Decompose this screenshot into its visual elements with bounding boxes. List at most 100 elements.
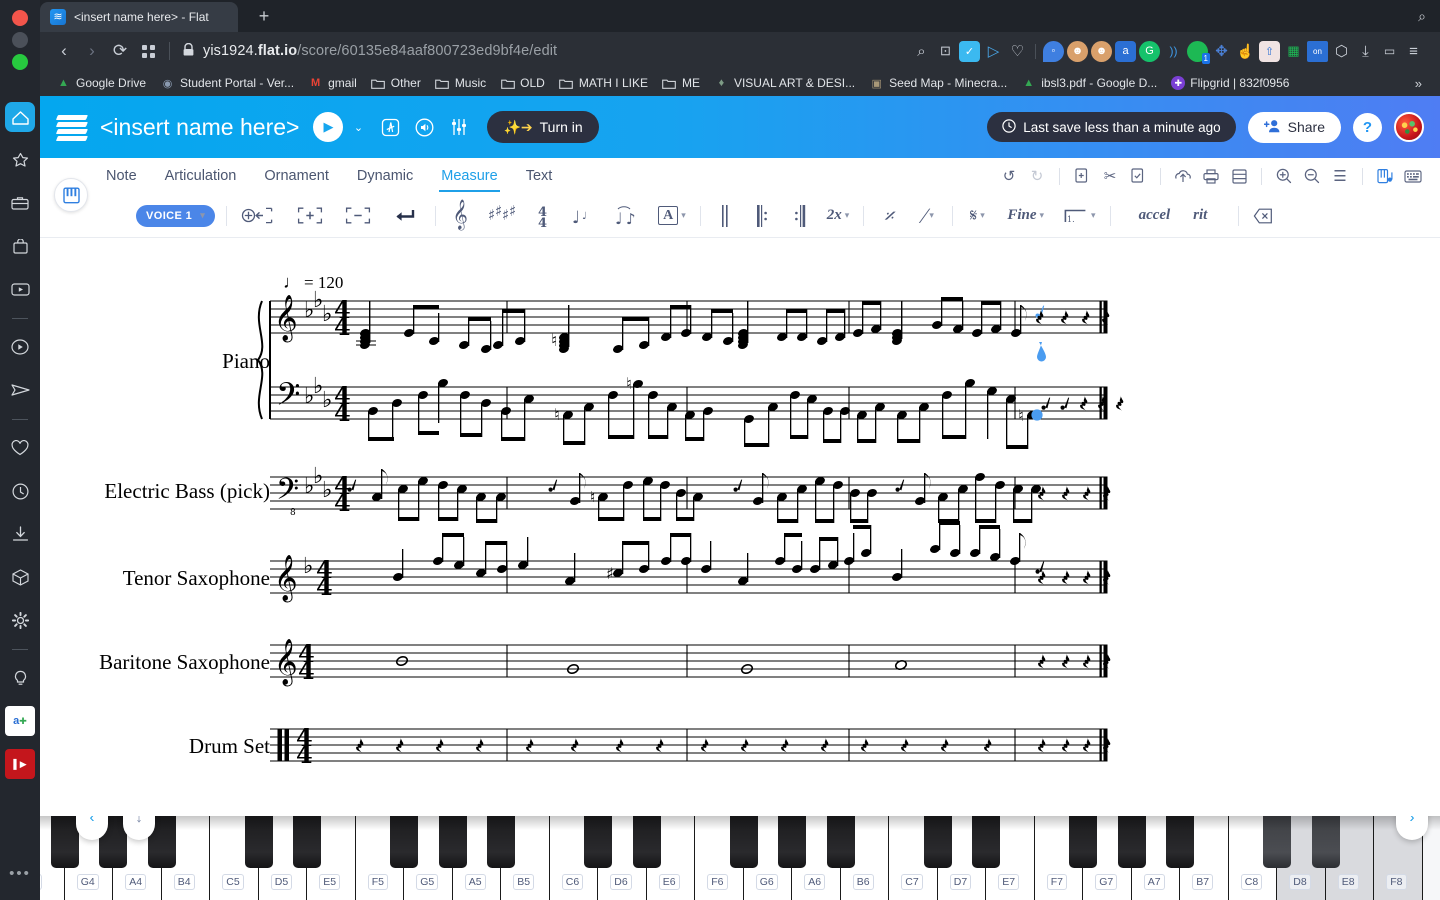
piano-black-key-C5-sharp[interactable] [245,816,273,868]
sidebar-item-ideas-lightbulb[interactable] [5,663,35,693]
translate-icon[interactable]: a [1115,41,1136,62]
keyboard-shortcuts-icon[interactable] [1400,163,1426,189]
repeat-count-button[interactable]: 2x ▾ [824,201,853,231]
play-options-caret-icon[interactable]: ⌄ [349,121,367,134]
bookmark-item[interactable]: OLD [494,74,551,93]
bookmark-item[interactable]: ✚ Flipgrid | 832f0956 [1165,74,1295,92]
delete-icon[interactable] [1250,201,1276,231]
piano-black-key-D6-sharp[interactable] [633,816,661,868]
metronome-icon[interactable] [375,112,405,142]
reload-button[interactable]: ⟳ [106,37,134,65]
tempo-marking-icon[interactable]: ♩♩ [569,201,599,231]
piano-keyboard-toggle[interactable] [54,178,88,212]
clef-change-icon[interactable]: 𝄞 [447,201,473,231]
settings-sliders-icon[interactable]: ≡ [1403,41,1424,62]
sidebar-item-liked[interactable] [5,433,35,463]
import-icon[interactable] [1170,163,1196,189]
barline-repeat-end-icon[interactable] [788,201,814,231]
browser-tab[interactable]: ≋ <insert name here> - Flat [40,2,238,32]
accel-button[interactable]: accel [1136,201,1174,231]
barline-single-icon[interactable] [712,201,738,231]
window-close-dot[interactable] [12,10,28,26]
tab-dynamic[interactable]: Dynamic [343,161,427,192]
bookmark-item[interactable]: M gmail [302,74,363,93]
person-avatar-icon[interactable]: ☻ [1067,41,1088,62]
duplicate-icon[interactable] [1069,163,1095,189]
puzzle-piece-icon[interactable]: ✥ [1211,41,1232,62]
remove-measure-icon[interactable] [342,201,374,231]
score-title[interactable]: <insert name here> [100,114,299,141]
sidebar-more-button[interactable]: ••• [9,865,31,882]
green-circle-badge-icon[interactable]: 1 [1187,41,1208,62]
piano-black-key-C6-sharp[interactable] [584,816,612,868]
sidebar-item-extensions-cube[interactable] [5,562,35,592]
person-avatar-2-icon[interactable]: ☻ [1091,41,1112,62]
tab-ornament[interactable]: Ornament [250,161,342,192]
redo-icon[interactable]: ↻ [1024,163,1050,189]
bookmark-item[interactable]: Music [429,74,492,93]
user-avatar[interactable] [1394,112,1424,142]
tab-note[interactable]: Note [92,161,151,192]
piano-black-key-G5-sharp[interactable] [439,816,467,868]
forward-button[interactable]: › [78,37,106,65]
barline-repeat-start-icon[interactable] [750,201,776,231]
tab-text[interactable]: Text [512,161,567,192]
sidebar-item-settings[interactable] [5,605,35,635]
text-annotation-icon[interactable]: A ▾ [655,201,689,231]
sidebar-item-video[interactable] [5,274,35,304]
sidebar-item-play-circle[interactable] [5,332,35,362]
zoom-out-icon[interactable]: ⌕ [911,41,932,62]
speaker-icon[interactable] [409,112,439,142]
measure-repeat-icon[interactable]: 𝄎 [875,201,901,231]
sidebar-item-bag[interactable] [5,231,35,261]
thumbs-up-icon[interactable]: ☝ [1235,41,1256,62]
url-text[interactable]: yis1924.flat.io/score/60135e84aaf800723e… [203,43,557,59]
play-button[interactable]: ▶ [313,112,343,142]
sidebar-item-history[interactable] [5,476,35,506]
share-button[interactable]: Share [1248,112,1341,143]
piano-black-key-A5-sharp[interactable] [487,816,515,868]
piano-black-key-D8-sharp[interactable] [1312,816,1340,868]
piano-black-key-F7-sharp[interactable] [1069,816,1097,868]
bookmark-item[interactable]: ◉ Student Portal - Ver... [154,74,300,93]
tab-search-icon[interactable]: ⌕ [1418,8,1426,25]
list-view-icon[interactable]: ☰ [1327,163,1353,189]
tab-articulation[interactable]: Articulation [151,161,251,192]
piano-panel-icon[interactable] [1372,163,1398,189]
heart-icon[interactable]: ♡ [1007,41,1028,62]
new-tab-button[interactable]: + [252,6,276,28]
bookmarks-overflow-button[interactable]: » [1415,76,1430,91]
zoom-in-icon[interactable] [1271,163,1297,189]
sidebar-item-favorites[interactable] [5,145,35,175]
help-button[interactable]: ? [1353,113,1382,142]
slash-notation-icon[interactable]: ∕ ▾ [915,201,941,231]
sidebar-item-home[interactable] [5,102,35,132]
battery-icon[interactable]: ▭ [1379,41,1400,62]
time-signature-icon[interactable]: 44 [531,201,557,231]
volta-bracket-icon[interactable]: 1. ▾ [1061,201,1099,231]
piano-black-key-C7-sharp[interactable] [924,816,952,868]
turn-in-button[interactable]: ✨➔ Turn in [487,111,598,143]
zoom-out-icon[interactable] [1299,163,1325,189]
cut-scissors-icon[interactable]: ✂ [1097,163,1123,189]
piano-black-key-F4-sharp[interactable] [51,816,79,868]
bookmark-item[interactable]: ♦ VISUAL ART & DESI... [708,74,861,93]
sidebar-item-work[interactable] [5,188,35,218]
system-break-icon[interactable] [390,201,418,231]
piano-black-key-G7-sharp[interactable] [1118,816,1146,868]
sidebar-item-downloads[interactable] [5,519,35,549]
checkmark-shield-icon[interactable]: ✓ [959,41,980,62]
piano-black-key-F6-sharp[interactable] [730,816,758,868]
rit-button[interactable]: rit [1187,201,1213,231]
layout-icon[interactable] [1226,163,1252,189]
add-measure-icon[interactable] [294,201,326,231]
tab-measure[interactable]: Measure [427,161,511,192]
score-sheet[interactable]: ♩ = 120 Piano Electric Bass (pick) Tenor… [40,239,1440,816]
bookmark-item[interactable]: ▲ Google Drive [50,74,152,93]
grammarly-icon[interactable]: G [1139,41,1160,62]
bookmark-item[interactable]: ▣ Seed Map - Minecra... [863,74,1013,93]
cube-icon[interactable]: ⬡ [1331,41,1352,62]
voice-selector[interactable]: VOICE 1 ▾ [136,205,215,227]
back-button[interactable]: ‹ [50,37,78,65]
on-toggle-icon[interactable]: on [1307,41,1328,62]
